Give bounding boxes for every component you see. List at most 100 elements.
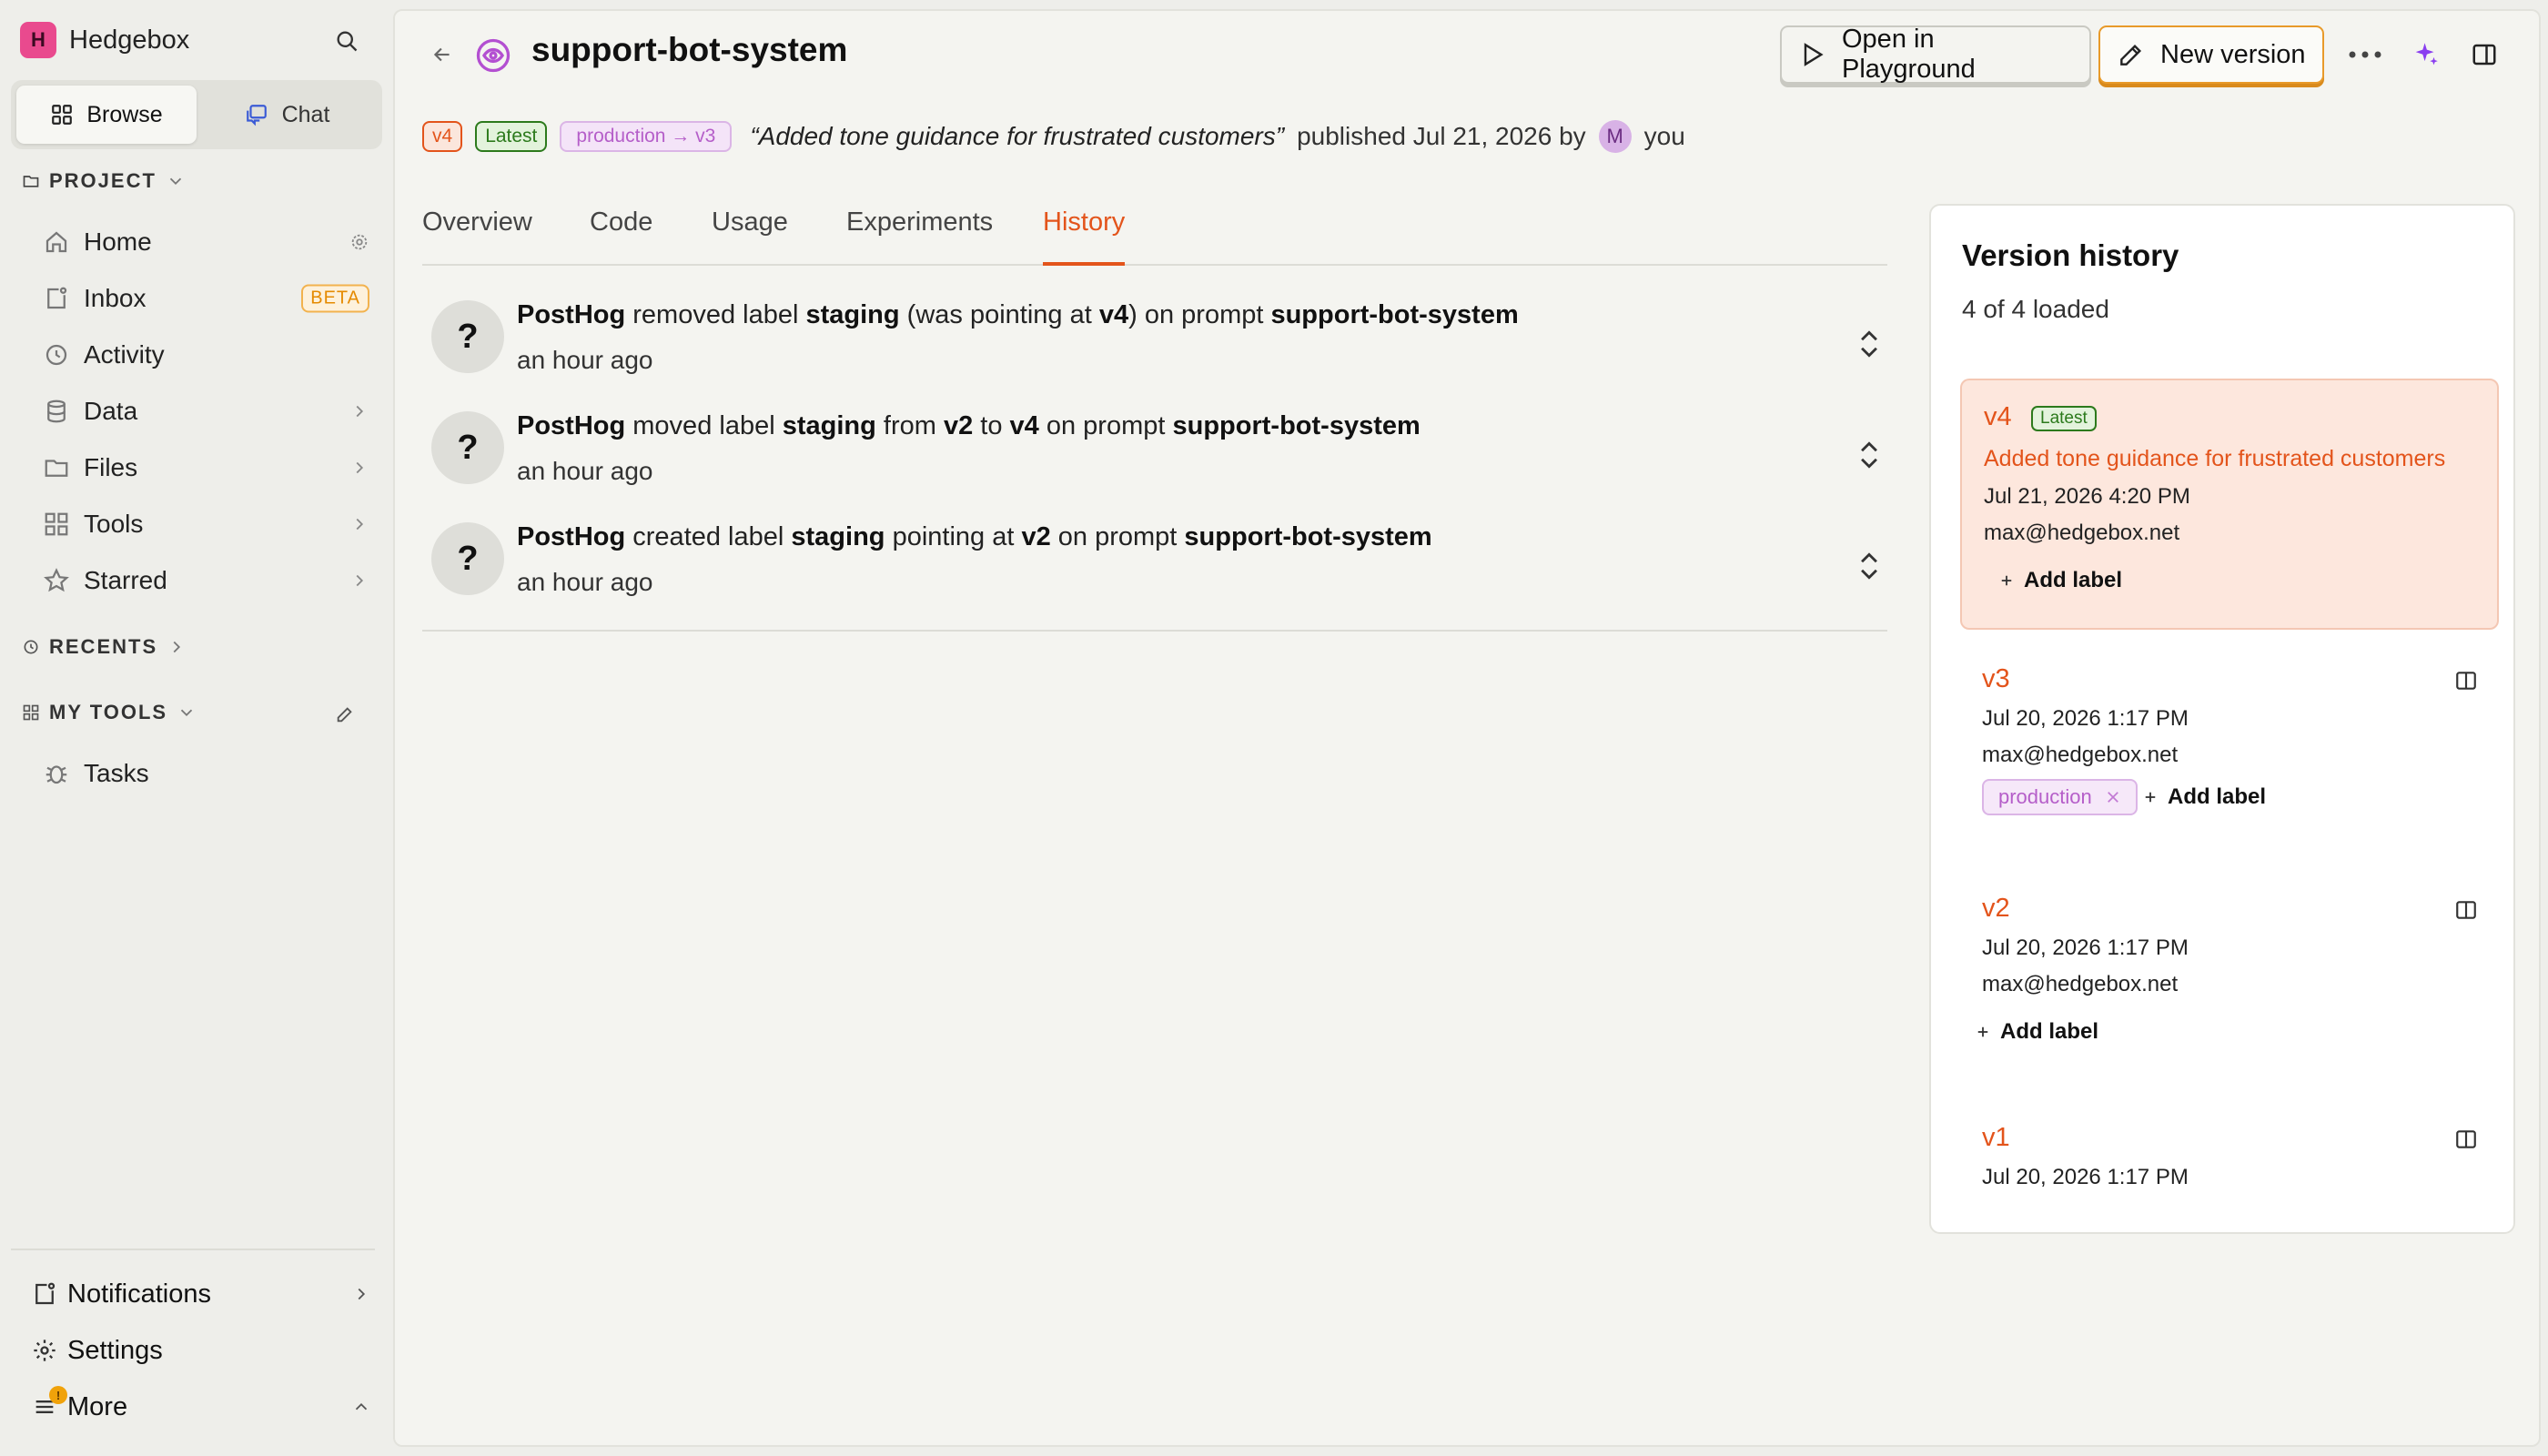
more-options-icon[interactable]: [2342, 36, 2388, 73]
edit-pencil-icon[interactable]: [331, 701, 359, 728]
chevron-right-icon: [167, 637, 187, 657]
compare-icon[interactable]: [2453, 668, 2479, 693]
version-ref: v4: [1009, 411, 1039, 440]
history-text: created label: [625, 522, 792, 551]
org-switcher[interactable]: H Hedgebox: [20, 18, 189, 62]
sidebar-item-activity[interactable]: Activity: [42, 329, 369, 380]
version-card-v2[interactable]: v2 Jul 20, 2026 1:17 PM max@hedgebox.net…: [1960, 875, 2499, 1087]
chevron-up-icon: [351, 1397, 371, 1417]
menu-icon: !: [29, 1386, 67, 1422]
more-button[interactable]: ! More: [29, 1381, 371, 1432]
browse-label: Browse: [86, 101, 163, 127]
open-in-playground-button[interactable]: Open in Playground: [1780, 25, 2091, 84]
sidebar-item-tasks[interactable]: Tasks: [42, 748, 369, 799]
play-icon: [1798, 40, 1827, 69]
grid-icon: [22, 703, 40, 722]
history-text: pointing at: [885, 522, 1022, 551]
sidebar-item-label: Tools: [84, 510, 144, 538]
history-text: on prompt: [1038, 411, 1173, 440]
version-name: v3: [1982, 664, 2010, 693]
plus-icon: [1998, 572, 2015, 589]
version-card-v3[interactable]: v3 Jul 20, 2026 1:17 PM max@hedgebox.net…: [1960, 646, 2499, 857]
version-card-v4[interactable]: v4 Latest Added tone guidance for frustr…: [1960, 379, 2499, 630]
grid-icon: [50, 103, 74, 126]
remove-label-icon[interactable]: [2105, 789, 2121, 805]
label-chip-production: production: [1982, 779, 2138, 815]
history-description: PostHog moved label staging from v2 to v…: [517, 411, 1421, 441]
chevron-right-icon: [349, 571, 369, 591]
expand-icon[interactable]: [1853, 435, 1886, 475]
tab-experiments[interactable]: Experiments: [846, 207, 993, 266]
sidebar-item-files[interactable]: Files: [42, 442, 369, 493]
history-entry: ? PostHog removed label staging (was poi…: [431, 297, 1887, 406]
sidebar-item-label: Tasks: [84, 759, 149, 787]
version-count: 4 of 4 loaded: [1962, 295, 2109, 323]
prompt-ref: support-bot-system: [1172, 411, 1421, 440]
version-name: v4: [1984, 402, 2012, 431]
sidebar-item-inbox[interactable]: Inbox BETA: [42, 273, 369, 324]
expand-icon[interactable]: [1853, 546, 1886, 586]
main-panel: support-bot-system Open in Playground Ne…: [393, 9, 2541, 1447]
side-panel-toggle-icon[interactable]: [2466, 36, 2502, 73]
star-icon: [42, 566, 71, 595]
alert-badge: !: [49, 1386, 67, 1404]
version-author: max@hedgebox.net: [1984, 521, 2180, 545]
label-name: staging: [791, 522, 885, 551]
history-text: (was pointing at: [899, 300, 1099, 329]
add-label-button[interactable]: Add label: [1998, 568, 2122, 593]
tab-usage[interactable]: Usage: [712, 207, 788, 266]
sidebar-item-starred[interactable]: Starred: [42, 555, 369, 606]
new-version-button[interactable]: New version: [2098, 25, 2324, 84]
history-text: to: [973, 411, 1010, 440]
new-version-label: New version: [2160, 39, 2306, 69]
ai-sparkle-icon[interactable]: [2406, 35, 2446, 75]
tab-code[interactable]: Code: [590, 207, 652, 266]
expand-icon[interactable]: [1853, 324, 1886, 364]
unknown-avatar-icon: ?: [431, 522, 504, 595]
settings-button[interactable]: Settings: [29, 1325, 371, 1376]
version-card-v1[interactable]: v1 Jul 20, 2026 1:17 PM: [1960, 1105, 2499, 1232]
pencil-icon: [2117, 40, 2146, 69]
recents-section-toggle[interactable]: RECENTS: [22, 635, 187, 659]
back-arrow-icon[interactable]: [426, 38, 459, 71]
my-tools-section-toggle[interactable]: MY TOOLS: [22, 701, 197, 724]
settings-small-icon[interactable]: [349, 232, 369, 252]
page-title: support-bot-system: [531, 31, 848, 68]
label-pointer-tag[interactable]: production → v3: [560, 121, 733, 152]
project-section-toggle[interactable]: PROJECT: [22, 169, 186, 193]
add-label-text: Add label: [2024, 568, 2123, 592]
latest-tag: Latest: [2031, 406, 2097, 431]
history-entry: ? PostHog created label staging pointing…: [431, 519, 1887, 628]
browse-button[interactable]: Browse: [16, 86, 197, 144]
add-label-button[interactable]: Add label: [1975, 1019, 2098, 1045]
gear-icon: [29, 1335, 60, 1366]
sidebar-item-label: Home: [84, 228, 152, 256]
org-name: Hedgebox: [69, 25, 190, 55]
version-author: max@hedgebox.net: [1982, 972, 2179, 996]
version-date: Jul 20, 2026 1:17 PM: [1982, 935, 2189, 960]
search-icon[interactable]: [329, 24, 364, 58]
sidebar-item-tools[interactable]: Tools: [42, 499, 369, 550]
tab-history[interactable]: History: [1043, 207, 1126, 266]
unknown-avatar-icon: ?: [431, 411, 504, 484]
chat-button[interactable]: Chat: [197, 86, 377, 144]
my-tools-section-label: MY TOOLS: [49, 701, 168, 723]
compare-icon[interactable]: [2453, 897, 2479, 923]
database-icon: [42, 397, 71, 426]
add-label-text: Add label: [2000, 1019, 2099, 1044]
sidebar-item-data[interactable]: Data: [42, 386, 369, 437]
history-time: an hour ago: [517, 568, 653, 596]
history-entry: ? PostHog moved label staging from v2 to…: [431, 408, 1887, 517]
notifications-button[interactable]: Notifications: [29, 1269, 371, 1320]
chat-label: Chat: [281, 101, 330, 127]
home-icon: [42, 228, 71, 257]
version-ref: v4: [1098, 300, 1129, 329]
sidebar-item-home[interactable]: Home: [42, 217, 369, 268]
compare-icon[interactable]: [2453, 1127, 2479, 1152]
recents-section-label: RECENTS: [49, 635, 158, 658]
tab-overview[interactable]: Overview: [422, 207, 532, 266]
notifications-label: Notifications: [67, 1279, 211, 1309]
chevron-down-icon: [166, 171, 186, 191]
beta-badge: BETA: [301, 284, 369, 313]
add-label-button[interactable]: Add label: [2142, 784, 2266, 810]
